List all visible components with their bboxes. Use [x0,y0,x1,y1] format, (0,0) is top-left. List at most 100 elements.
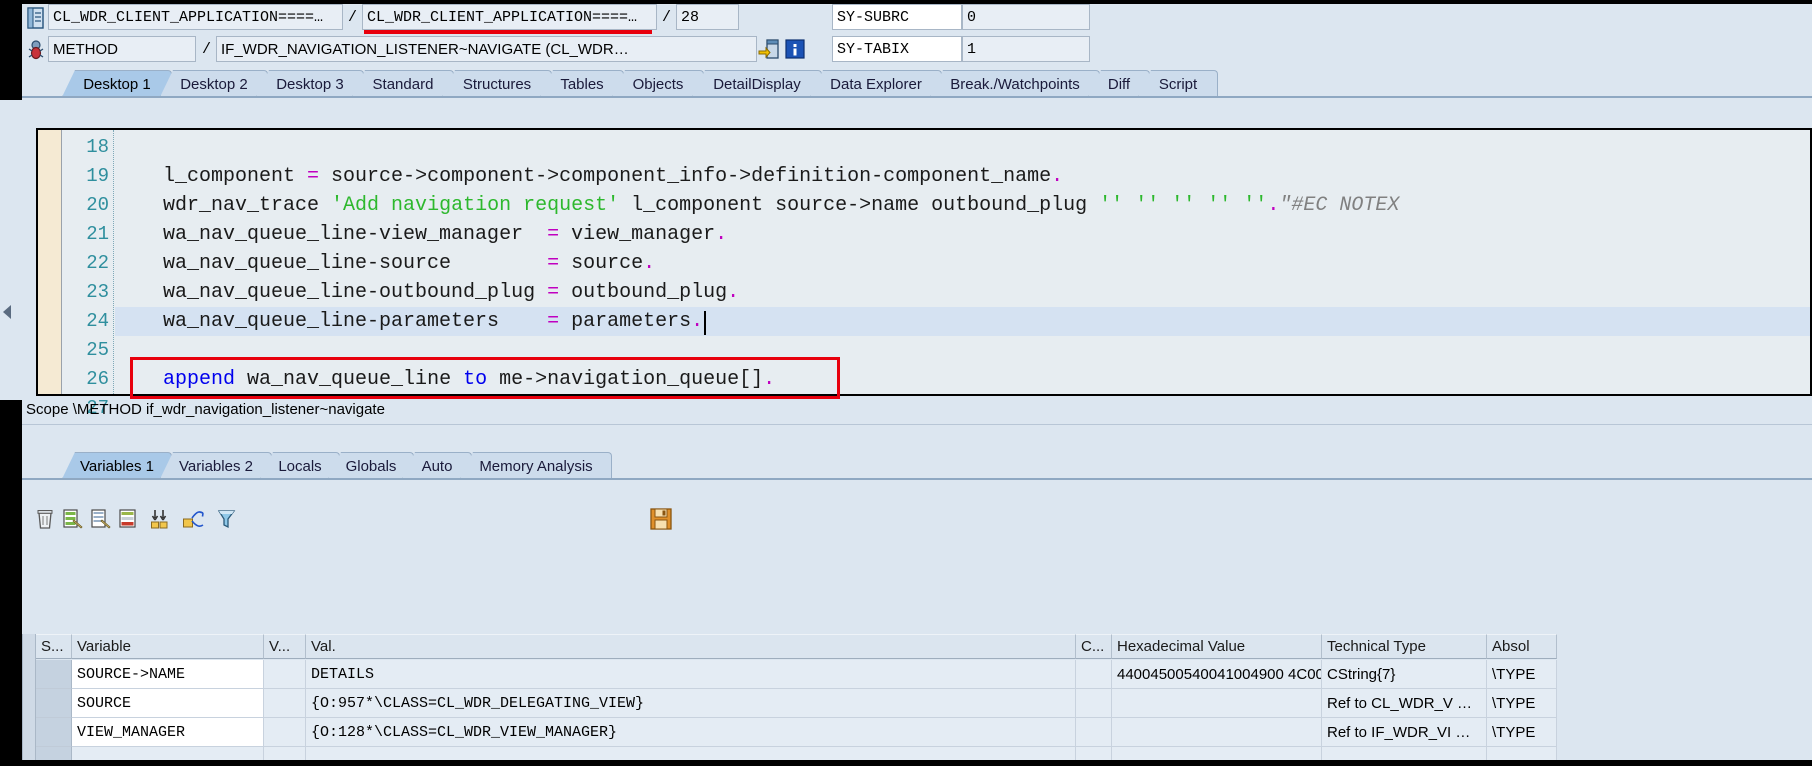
tab-label: Memory Analysis [479,457,593,475]
tab-label: Break./Watchpoints [950,75,1080,93]
column-header-variable[interactable]: Variable [72,634,264,659]
tab-data-explorer[interactable]: Data Explorer [810,70,942,97]
tab-tables[interactable]: Tables [540,70,624,97]
cell-v[interactable] [264,718,306,747]
code-token: = [547,223,560,246]
change-cell[interactable] [1076,718,1112,747]
code-token: . [1051,165,1064,188]
line-number: 25 [86,339,109,361]
code-line[interactable]: wa_nav_queue_line-source = source. [115,252,655,275]
code-line[interactable]: l_component = source->component->compone… [115,165,1063,188]
cell-variable[interactable]: SOURCE [72,689,264,718]
sy-tabix-value: 1 [962,36,1090,62]
cell-tech-type[interactable]: CString{7} [1322,660,1487,689]
cell-value[interactable]: DETAILS [306,660,1076,689]
code-token: wa_nav_queue_line-view_manager [115,223,548,246]
tab-desktop-2[interactable]: Desktop 2 [160,70,268,97]
cell-variable[interactable]: SOURCE->NAME [72,660,264,689]
sort-descending-icon[interactable] [150,508,172,530]
tab-structures[interactable]: Structures [442,70,552,97]
tab-detaildisplay[interactable]: DetailDisplay [692,70,822,97]
cell-value[interactable]: {O:128*\CLASS=CL_WDR_VIEW_MANAGER} [306,718,1076,747]
column-header-c[interactable]: C... [1076,634,1112,659]
filter-icon[interactable] [216,508,238,530]
include-name-field[interactable]: CL_WDR_CLIENT_APPLICATION====… [362,4,657,30]
change-cell[interactable] [1076,660,1112,689]
cell-value[interactable]: {O:957*\CLASS=CL_WDR_DELEGATING_VIEW} [306,689,1076,718]
row-select-cell[interactable] [36,718,72,747]
copy-row-icon[interactable] [90,508,112,530]
cell-tech-type[interactable]: Ref to IF_WDR_VI … [1322,718,1487,747]
tab-globals[interactable]: Globals [328,452,414,479]
tab-label: Diff [1107,75,1131,93]
cell-tech-type[interactable]: Ref to CL_WDR_V … [1322,689,1487,718]
paste-row-icon[interactable] [118,508,140,530]
event-name-field[interactable]: IF_WDR_NAVIGATION_LISTENER~NAVIGATE (CL_… [216,36,757,62]
column-header-hexadecimal-value[interactable]: Hexadecimal Value [1112,634,1322,659]
collapse-arrow-icon[interactable] [3,305,11,319]
column-header-technical-type[interactable]: Technical Type [1322,634,1487,659]
header-separator-2: / [662,8,672,26]
column-header-v[interactable]: V... [264,634,306,659]
code-line[interactable]: wa_nav_queue_line-parameters = parameter… [115,310,703,333]
code-line[interactable]: wa_nav_queue_line-view_manager = view_ma… [115,223,727,246]
cell-hex[interactable] [1112,689,1322,718]
cell-hex[interactable]: 44004500540041004900 4C00… [1112,660,1322,689]
cell-v[interactable] [264,689,306,718]
tab-label: Data Explorer [830,75,922,93]
cell-absolute[interactable]: \TYPE [1487,660,1557,689]
tab-locals[interactable]: Locals [260,452,340,479]
row-select-cell[interactable] [36,660,72,689]
tab-desktop-1[interactable]: Desktop 1 [62,70,172,97]
code-token: 'Add navigation request' [331,194,620,217]
cell-absolute[interactable]: \TYPE [1487,689,1557,718]
event-type-field[interactable]: METHOD [48,36,196,62]
delete-icon[interactable] [34,508,56,530]
column-header-s[interactable]: S... [36,634,72,659]
code-token: source->component->component_info->defin… [319,165,1052,188]
code-editor[interactable]: 18 19 20 21 22 23 24 25 26 27 l_component = sourc… [36,128,1812,419]
program-name-field[interactable]: CL_WDR_CLIENT_APPLICATION====… [48,4,343,30]
tab-desktop-3[interactable]: Desktop 3 [256,70,364,97]
tab-label: Tables [560,75,604,93]
column-header-val[interactable]: Val. [306,634,1076,659]
tab-variables-1[interactable]: Variables 1 [62,452,172,479]
cell-v[interactable] [264,660,306,689]
code-token: '' [1099,194,1124,217]
save-layout-icon[interactable] [648,506,674,532]
code-line[interactable]: wdr_nav_trace 'Add navigation request' l… [115,194,1399,217]
tab-label: Desktop 1 [83,75,151,93]
tab-script[interactable]: Script [1138,70,1218,97]
call-stack-icon[interactable] [757,36,781,62]
cell-variable[interactable]: VIEW_MANAGER [72,718,264,747]
header2-separator: / [202,40,212,58]
tab-memory-analysis[interactable]: Memory Analysis [460,452,612,479]
tab-standard[interactable]: Standard [352,70,454,97]
info-icon[interactable] [783,36,807,62]
editor-bookmark-gutter[interactable] [38,130,62,394]
tab-label: DetailDisplay [713,75,801,93]
tab-objects[interactable]: Objects [612,70,704,97]
tab-variables-2[interactable]: Variables 2 [160,452,272,479]
expand-icon[interactable] [182,508,204,530]
include-highlight-underline [364,30,652,34]
code-line[interactable]: wa_nav_queue_line-outbound_plug = outbou… [115,281,739,304]
column-header-absol[interactable]: Absol [1487,634,1557,659]
code-token: '' [1171,194,1196,217]
current-line-field[interactable]: 28 [676,4,739,30]
change-cell[interactable] [1076,689,1112,718]
cell-absolute[interactable]: \TYPE [1487,718,1557,747]
variables-tabstrip: Variables 1 Variables 2 Locals Globals Auto M… [22,452,1812,480]
code-token: = [547,310,560,333]
code-token: . [715,223,728,246]
tab-label: Desktop 3 [276,75,344,93]
left-splitter[interactable] [0,100,22,400]
tab-break-watchpoints[interactable]: Break./Watchpoints [930,70,1100,97]
row-select-cell[interactable] [36,689,72,718]
table-vertical-scrollbar[interactable] [22,634,36,764]
code-text-area[interactable]: l_component = source->component->compone… [115,130,1810,394]
tab-label: Locals [278,457,322,475]
insert-row-icon[interactable] [62,508,84,530]
cell-hex[interactable] [1112,718,1322,747]
